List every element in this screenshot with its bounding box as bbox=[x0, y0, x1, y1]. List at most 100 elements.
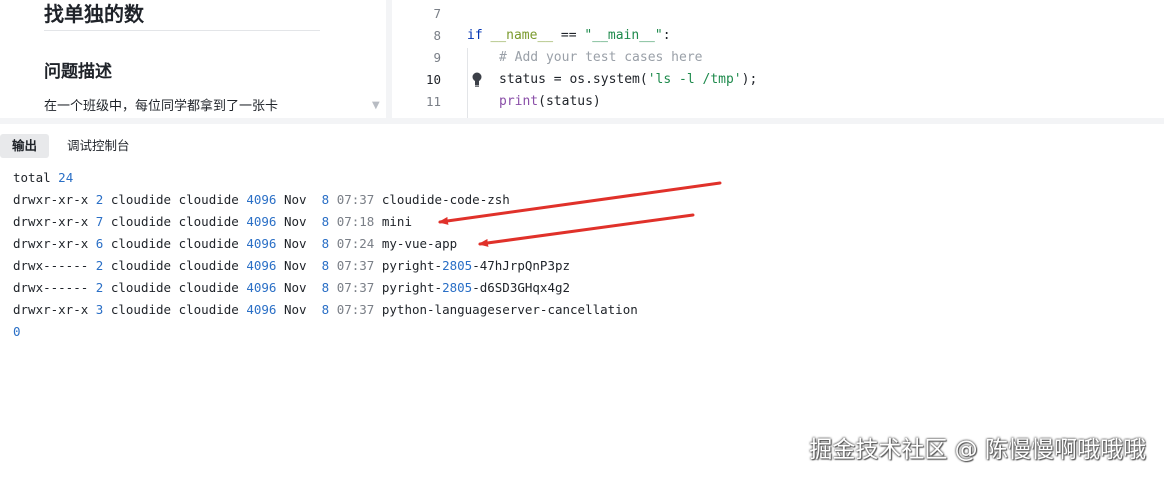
time: 07:37 bbox=[336, 258, 375, 273]
size: 4096 bbox=[246, 258, 277, 273]
owner: cloudide bbox=[110, 214, 172, 229]
code-punct: : bbox=[662, 28, 671, 43]
code-editor[interactable]: 7 8 if __name__ == "__main__": 9 # Add y… bbox=[392, 0, 1164, 118]
problem-title: 找单独的数 bbox=[44, 2, 144, 26]
line-number: 10 bbox=[425, 72, 441, 87]
comment: # Add your test cases here bbox=[499, 50, 703, 65]
entry-name: mini bbox=[381, 214, 412, 229]
time: 07:37 bbox=[336, 280, 375, 295]
code-line-active[interactable]: 10 status = os.system('ls -l /tmp'); bbox=[392, 69, 1164, 91]
output-line: drwxr-xr-x 6 cloudide cloudide 4096 Nov … bbox=[13, 233, 457, 255]
perms: drwxr-xr-x bbox=[13, 192, 89, 207]
link-count: 7 bbox=[95, 214, 104, 229]
time: 07:18 bbox=[336, 214, 375, 229]
size: 4096 bbox=[246, 192, 277, 207]
link-count: 2 bbox=[95, 258, 104, 273]
day: 8 bbox=[321, 236, 330, 251]
code-punct: ); bbox=[741, 72, 758, 87]
owner: cloudide bbox=[110, 258, 172, 273]
perms: drwxr-xr-x bbox=[13, 236, 89, 251]
panel-tabs: 输出 调试控制台 bbox=[0, 130, 1164, 160]
keyword: if bbox=[467, 28, 483, 43]
link-count: 3 bbox=[95, 302, 104, 317]
month: Nov bbox=[284, 302, 307, 317]
owner: cloudide bbox=[110, 192, 172, 207]
link-count: 2 bbox=[95, 280, 104, 295]
group: cloudide bbox=[178, 280, 239, 295]
entry-name: my-vue-app bbox=[381, 236, 458, 251]
code-line[interactable]: 8 if __name__ == "__main__": bbox=[392, 25, 1164, 47]
group: cloudide bbox=[178, 192, 239, 207]
problem-description-heading: 问题描述 bbox=[44, 62, 112, 82]
entry-name-number: 2805 bbox=[442, 280, 473, 295]
line-number: 9 bbox=[433, 50, 441, 65]
output-line: total 24 bbox=[13, 167, 73, 189]
time: 07:37 bbox=[336, 192, 375, 207]
code-line[interactable]: 11 print(status) bbox=[392, 91, 1164, 113]
code-line[interactable]: 7 bbox=[392, 3, 1164, 25]
day: 8 bbox=[321, 192, 330, 207]
terminal-output[interactable]: total 24 drwxr-xr-x 2 cloudide cloudide … bbox=[0, 166, 1164, 366]
string-literal: "__main__" bbox=[584, 28, 663, 43]
code-punct: (status) bbox=[538, 94, 601, 109]
entry-name-suffix: -d6SD3GHqx4g2 bbox=[472, 280, 571, 295]
size: 4096 bbox=[246, 280, 277, 295]
month: Nov bbox=[284, 280, 307, 295]
group: cloudide bbox=[178, 236, 239, 251]
size: 4096 bbox=[246, 214, 277, 229]
watermark: 掘金技术社区 @ 陈慢慢啊哦哦哦 bbox=[809, 437, 1146, 463]
owner: cloudide bbox=[110, 302, 172, 317]
day: 8 bbox=[321, 280, 330, 295]
code-line[interactable]: 9 # Add your test cases here bbox=[392, 47, 1164, 69]
month: Nov bbox=[284, 258, 307, 273]
group: cloudide bbox=[178, 214, 239, 229]
string-literal: 'ls -l /tmp' bbox=[647, 72, 742, 87]
output-line: drwxr-xr-x 3 cloudide cloudide 4096 Nov … bbox=[13, 299, 638, 321]
entry-name: pyright- bbox=[381, 258, 443, 273]
time: 07:24 bbox=[336, 236, 375, 251]
group: cloudide bbox=[178, 258, 239, 273]
tab-output[interactable]: 输出 bbox=[0, 134, 50, 158]
line-number: 8 bbox=[433, 28, 441, 43]
builtin-function: print bbox=[499, 94, 539, 109]
code-text: print(status) bbox=[499, 91, 601, 113]
total-label: total bbox=[13, 170, 51, 185]
size: 4096 bbox=[246, 302, 277, 317]
owner: cloudide bbox=[110, 236, 172, 251]
entry-name-number: 2805 bbox=[442, 258, 473, 273]
problem-description-text: 在一个班级中，每位同学都拿到了一张卡 bbox=[44, 99, 279, 114]
entry-name: python-languageserver-cancellation bbox=[381, 302, 638, 317]
output-line: drwxr-xr-x 2 cloudide cloudide 4096 Nov … bbox=[13, 189, 510, 211]
code-segment: status = os.system( bbox=[499, 72, 648, 87]
problem-panel: 找单独的数 问题描述 在一个班级中，每位同学都拿到了一张卡 ▼ bbox=[0, 0, 386, 118]
link-count: 6 bbox=[95, 236, 104, 251]
time: 07:37 bbox=[336, 302, 375, 317]
entry-name-suffix: -47hJrpQnP3pz bbox=[472, 258, 571, 273]
top-panel: 找单独的数 问题描述 在一个班级中，每位同学都拿到了一张卡 ▼ 7 8 if _… bbox=[0, 0, 1164, 124]
day: 8 bbox=[321, 302, 330, 317]
operator: == bbox=[553, 28, 585, 43]
perms: drwx------ bbox=[13, 258, 89, 273]
total-value: 24 bbox=[58, 170, 74, 185]
lightbulb-icon[interactable] bbox=[472, 72, 482, 87]
scroll-down-icon[interactable]: ▼ bbox=[372, 100, 380, 111]
entry-name: pyright- bbox=[381, 280, 443, 295]
owner: cloudide bbox=[110, 280, 172, 295]
output-line: drwx------ 2 cloudide cloudide 4096 Nov … bbox=[13, 255, 570, 277]
exit-code: 0 bbox=[13, 324, 21, 339]
code-text: if __name__ == "__main__": bbox=[467, 25, 671, 47]
line-number: 7 bbox=[433, 6, 441, 21]
day: 8 bbox=[321, 258, 330, 273]
month: Nov bbox=[284, 236, 307, 251]
perms: drwx------ bbox=[13, 280, 89, 295]
code-text: status = os.system('ls -l /tmp'); bbox=[499, 69, 757, 91]
identifier: __name__ bbox=[490, 28, 554, 43]
perms: drwxr-xr-x bbox=[13, 214, 89, 229]
perms: drwxr-xr-x bbox=[13, 302, 89, 317]
group: cloudide bbox=[178, 302, 239, 317]
month: Nov bbox=[284, 192, 307, 207]
output-line: drwxr-xr-x 7 cloudide cloudide 4096 Nov … bbox=[13, 211, 412, 233]
tab-debug-console[interactable]: 调试控制台 bbox=[55, 134, 142, 158]
month: Nov bbox=[284, 214, 307, 229]
code-text: # Add your test cases here bbox=[499, 47, 703, 69]
